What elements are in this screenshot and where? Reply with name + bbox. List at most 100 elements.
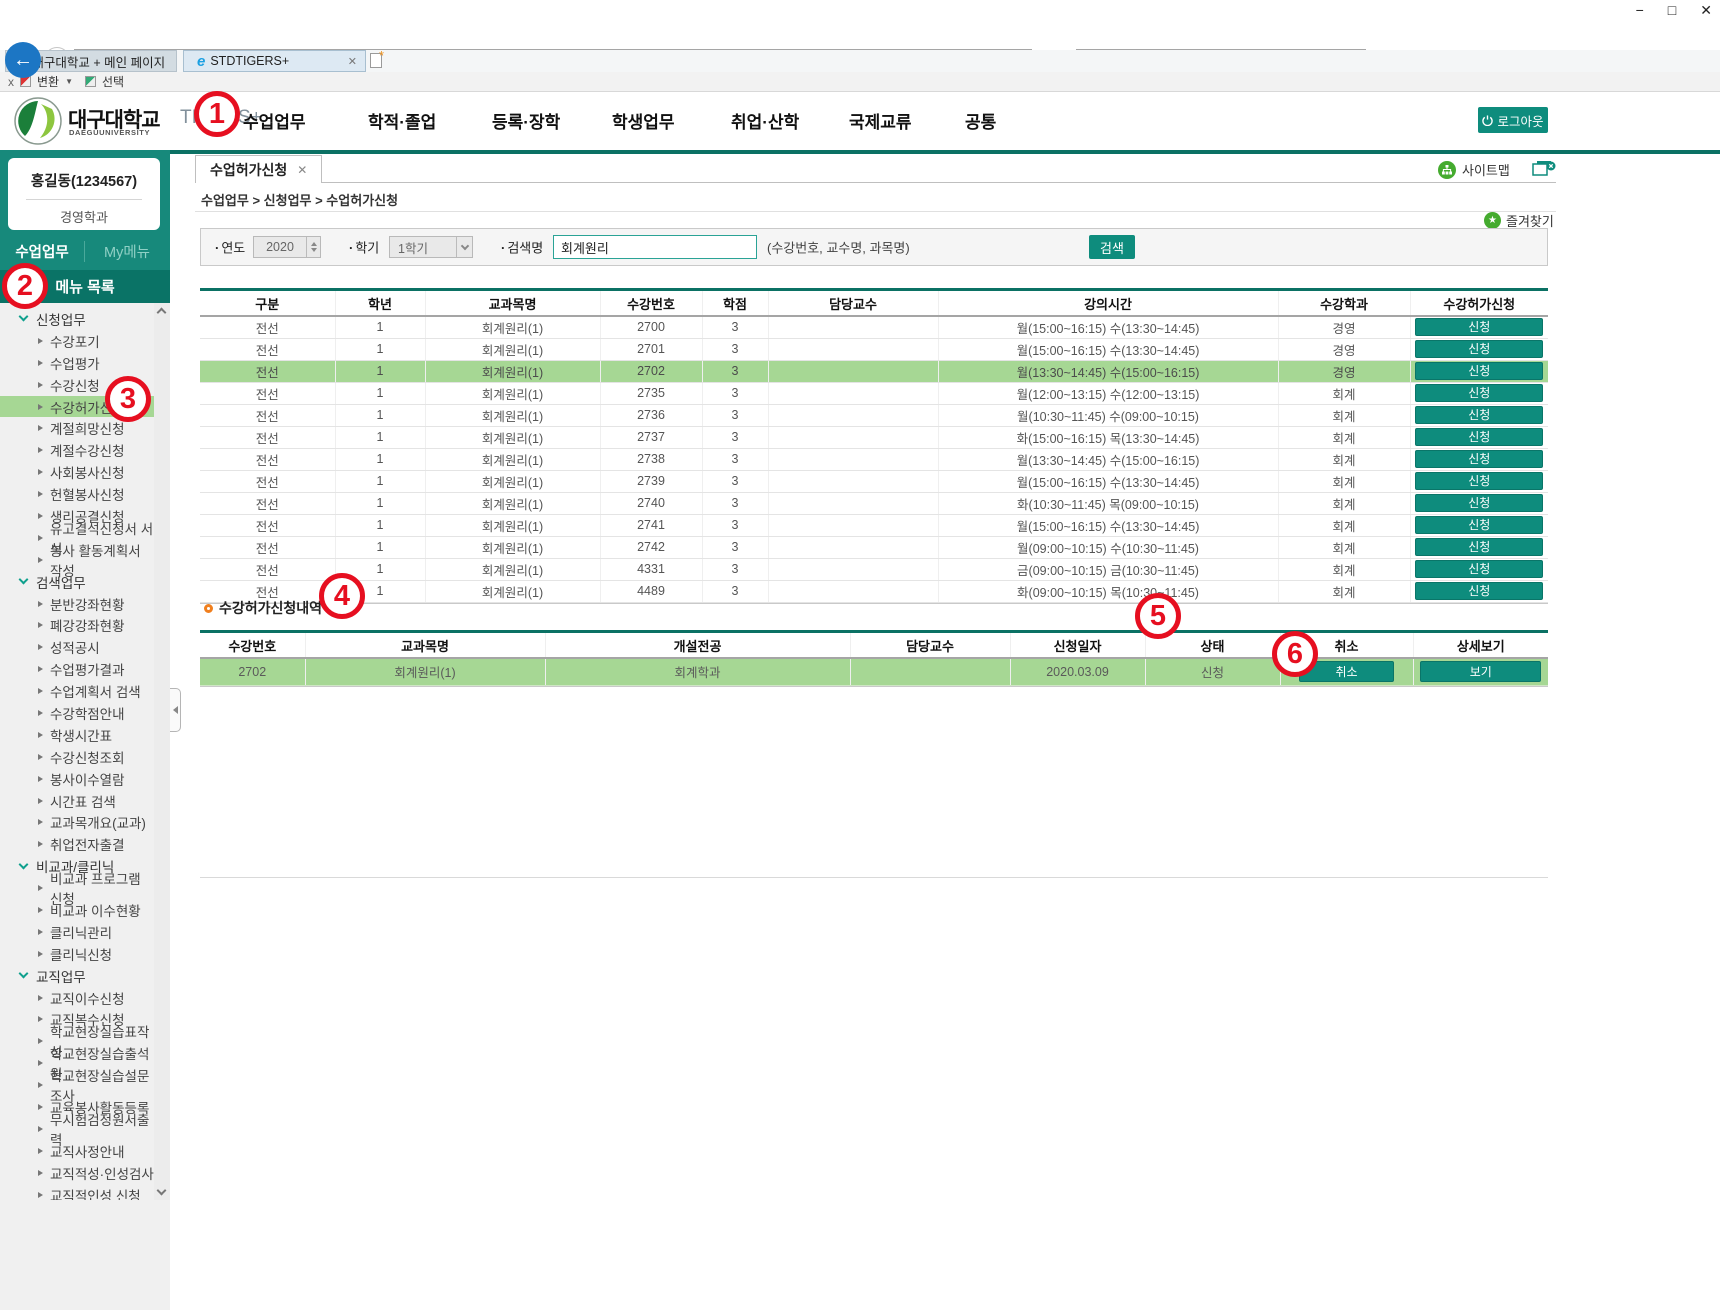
menu-item-무시험검정원서출력[interactable]: 무시험검정원서출력 bbox=[0, 1118, 154, 1140]
sidebar-tab-classes[interactable]: 수업업무 bbox=[0, 241, 85, 262]
apply-button[interactable]: 신청 bbox=[1415, 582, 1543, 600]
course-cell bbox=[768, 382, 938, 404]
tab-close-icon[interactable]: ✕ bbox=[348, 55, 357, 68]
nav-classes[interactable]: 수업업무 bbox=[243, 108, 306, 133]
menu-item-폐강강좌현황[interactable]: 폐강강좌현황 bbox=[0, 614, 154, 636]
apply-button[interactable]: 신청 bbox=[1415, 560, 1543, 578]
page-tab-close-icon[interactable]: ✕ bbox=[297, 163, 307, 177]
course-cell: 2742 bbox=[600, 536, 702, 558]
menu-section-신청업무[interactable]: 신청업무 bbox=[0, 308, 154, 330]
apply-button[interactable]: 신청 bbox=[1415, 450, 1543, 468]
apply-button[interactable]: 신청 bbox=[1415, 406, 1543, 424]
course-row[interactable]: 전선1회계원리(1)27423월(09:00~10:15) 수(10:30~11… bbox=[200, 536, 1548, 558]
menu-section-교직업무[interactable]: 교직업무 bbox=[0, 965, 154, 987]
menu-item-성적공시[interactable]: 성적공시 bbox=[0, 636, 154, 658]
menu-item-사회봉사신청[interactable]: 사회봉사신청 bbox=[0, 461, 154, 483]
menu-item-봉사 활동계획서 작성[interactable]: 봉사 활동계획서 작성 bbox=[0, 549, 154, 571]
course-row[interactable]: 전선1회계원리(1)27363월(10:30~11:45) 수(09:00~10… bbox=[200, 404, 1548, 426]
menu-item-수업계획서 검색[interactable]: 수업계획서 검색 bbox=[0, 680, 154, 702]
nav-registration[interactable]: 등록·장학 bbox=[492, 108, 560, 133]
menu-item-수강신청조회[interactable]: 수강신청조회 bbox=[0, 746, 154, 768]
apply-button[interactable]: 신청 bbox=[1415, 494, 1543, 512]
semester-select[interactable]: 1학기 bbox=[389, 236, 473, 258]
apply-button[interactable]: 신청 bbox=[1415, 538, 1543, 556]
course-row[interactable]: 전선1회계원리(1)27353월(12:00~13:15) 수(12:00~13… bbox=[200, 382, 1548, 404]
apply-button[interactable]: 신청 bbox=[1415, 318, 1543, 336]
select-button[interactable]: 선택 bbox=[102, 73, 124, 90]
back-button[interactable]: ← bbox=[5, 42, 41, 78]
menu-item-시간표 검색[interactable]: 시간표 검색 bbox=[0, 790, 154, 812]
course-row[interactable]: 전선1회계원리(1)27373화(15:00~16:15) 목(13:30~14… bbox=[200, 426, 1548, 448]
menu-label: 교직적성·인성검사 bbox=[50, 1163, 154, 1183]
course-row[interactable]: 전선1회계원리(1)27413월(15:00~16:15) 수(13:30~14… bbox=[200, 514, 1548, 536]
convert-dropdown-icon[interactable]: ▼ bbox=[65, 77, 73, 86]
search-button[interactable]: 검색 bbox=[1089, 235, 1135, 259]
apply-button[interactable]: 신청 bbox=[1415, 362, 1543, 380]
sidebar-scrollbar[interactable] bbox=[154, 303, 170, 1200]
scroll-down-icon[interactable] bbox=[157, 1186, 167, 1196]
apply-button[interactable]: 신청 bbox=[1415, 472, 1543, 490]
menu-item-계절수강신청[interactable]: 계절수강신청 bbox=[0, 439, 154, 461]
minimize-button[interactable]: − bbox=[1636, 2, 1644, 19]
annotation-circle-2: 2 bbox=[2, 263, 48, 309]
browser-tab-stdtigers[interactable]: e STDTIGERS+ ✕ bbox=[183, 50, 366, 72]
sidebar-tab-mymenu[interactable]: My메뉴 bbox=[85, 241, 169, 262]
course-row[interactable]: 전선1회계원리(1)44893화(09:00~10:15) 목(10:30~11… bbox=[200, 580, 1548, 602]
nav-career[interactable]: 취업·산학 bbox=[731, 108, 799, 133]
menu-item-학교현장실습설문조사[interactable]: 학교현장실습설문조사 bbox=[0, 1074, 154, 1096]
maximize-button[interactable]: □ bbox=[1668, 2, 1676, 19]
nav-records[interactable]: 학적·졸업 bbox=[368, 108, 436, 133]
new-tab-button[interactable] bbox=[370, 53, 382, 68]
course-cell: 전선 bbox=[200, 426, 335, 448]
menu-item-클리닉관리[interactable]: 클리닉관리 bbox=[0, 921, 154, 943]
nav-common[interactable]: 공통 bbox=[965, 108, 996, 133]
course-row[interactable]: 전선1회계원리(1)27013월(15:00~16:15) 수(13:30~14… bbox=[200, 338, 1548, 360]
convert-button[interactable]: 변환 bbox=[37, 73, 59, 90]
nav-student[interactable]: 학생업무 bbox=[612, 108, 675, 133]
menu-item-교직적성·인성검사[interactable]: 교직적성·인성검사 bbox=[0, 1162, 154, 1184]
sidebar-collapse-handle[interactable] bbox=[170, 688, 181, 732]
course-row[interactable]: 전선1회계원리(1)27003월(15:00~16:15) 수(13:30~14… bbox=[200, 316, 1548, 338]
course-row[interactable]: 전선1회계원리(1)43313금(09:00~10:15) 금(10:30~11… bbox=[200, 558, 1548, 580]
apply-button[interactable]: 신청 bbox=[1415, 516, 1543, 534]
menu-item-취업전자출결[interactable]: 취업전자출결 bbox=[0, 833, 154, 855]
menu-item-비교과 프로그램 신청[interactable]: 비교과 프로그램 신청 bbox=[0, 877, 154, 899]
close-window-icon[interactable] bbox=[1532, 160, 1556, 177]
menu-item-헌혈봉사신청[interactable]: 헌혈봉사신청 bbox=[0, 483, 154, 505]
menu-item-수업평가결과[interactable]: 수업평가결과 bbox=[0, 658, 154, 680]
apply-button[interactable]: 신청 bbox=[1415, 340, 1543, 358]
breadcrumb: 수업업무 > 신청업무 > 수업허가신청 bbox=[201, 190, 398, 209]
menu-item-교직이수신청[interactable]: 교직이수신청 bbox=[0, 987, 154, 1009]
menu-item-교직적인성 신청[interactable]: 교직적인성 신청 bbox=[0, 1184, 154, 1200]
close-button[interactable]: ✕ bbox=[1700, 2, 1712, 19]
apply-button[interactable]: 신청 bbox=[1415, 428, 1543, 446]
menu-item-수업평가[interactable]: 수업평가 bbox=[0, 352, 154, 374]
sitemap-link[interactable]: 사이트맵 bbox=[1438, 160, 1510, 179]
course-row[interactable]: 전선1회계원리(1)27383월(13:30~14:45) 수(15:00~16… bbox=[200, 448, 1548, 470]
course-row[interactable]: 전선1회계원리(1)27023월(13:30~14:45) 수(15:00~16… bbox=[200, 360, 1548, 382]
apply-button[interactable]: 신청 bbox=[1415, 384, 1543, 402]
course-row[interactable]: 전선1회계원리(1)27403화(10:30~11:45) 목(09:00~10… bbox=[200, 492, 1548, 514]
menu-item-봉사이수열람[interactable]: 봉사이수열람 bbox=[0, 768, 154, 790]
menu-item-분반강좌현황[interactable]: 분반강좌현황 bbox=[0, 593, 154, 615]
menu-item-학생시간표[interactable]: 학생시간표 bbox=[0, 724, 154, 746]
page-tab-course-permission[interactable]: 수업허가신청 ✕ bbox=[195, 155, 322, 183]
menu-item-수강학점안내[interactable]: 수강학점안내 bbox=[0, 702, 154, 724]
menu-item-수강포기[interactable]: 수강포기 bbox=[0, 330, 154, 352]
history-row[interactable]: 2702 회계원리(1) 회계학과 2020.03.09 신청 취소 보기 bbox=[200, 658, 1548, 685]
menu-item-클리닉신청[interactable]: 클리닉신청 bbox=[0, 943, 154, 965]
logout-label: 로그아웃 bbox=[1497, 111, 1543, 130]
course-row[interactable]: 전선1회계원리(1)27393월(15:00~16:15) 수(13:30~14… bbox=[200, 470, 1548, 492]
chevron-down-icon[interactable] bbox=[456, 237, 472, 257]
scroll-up-icon[interactable] bbox=[157, 308, 167, 318]
menu-item-비교과 이수현황[interactable]: 비교과 이수현황 bbox=[0, 899, 154, 921]
spinner-arrows-icon[interactable] bbox=[306, 237, 320, 257]
menu-item-교과목개요(교과)[interactable]: 교과목개요(교과) bbox=[0, 811, 154, 833]
view-detail-button[interactable]: 보기 bbox=[1420, 661, 1541, 682]
menu-label: 계절희망신청 bbox=[50, 418, 125, 438]
logout-button[interactable]: 로그아웃 bbox=[1478, 107, 1548, 133]
nav-international[interactable]: 국제교류 bbox=[849, 108, 912, 133]
year-spinner[interactable]: 2020 bbox=[253, 236, 321, 258]
keyword-input[interactable] bbox=[553, 235, 757, 259]
toolbar-close-button[interactable]: x bbox=[8, 75, 14, 89]
